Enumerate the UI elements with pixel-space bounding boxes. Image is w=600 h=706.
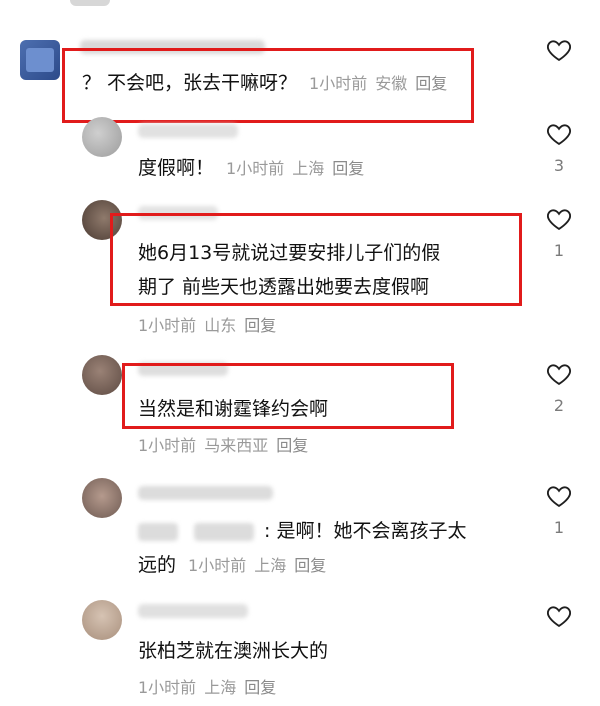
avatar[interactable] — [82, 355, 122, 395]
comment-time: 1小时前 — [188, 556, 247, 575]
reply-button[interactable]: 回复 — [276, 436, 308, 455]
heart-outline-icon — [547, 364, 571, 386]
heart-outline-icon — [547, 124, 571, 146]
like-button[interactable] — [541, 36, 577, 90]
like-count: 1 — [553, 518, 565, 537]
avatar[interactable] — [82, 117, 122, 157]
reply-button[interactable]: 回复 — [244, 316, 276, 335]
like-button[interactable]: 1 — [541, 205, 577, 260]
heart-outline-icon — [547, 606, 571, 628]
like-button[interactable]: 3 — [541, 120, 577, 175]
heart-outline-icon — [547, 40, 571, 62]
comment-text: 度假啊！ 1小时前 上海 回复 — [138, 157, 365, 179]
comment-location: 上海 — [292, 159, 325, 178]
comment-text-line-1: : 是啊！她不会离孩子太 — [138, 514, 466, 548]
comment-time: 1小时前 — [138, 316, 197, 335]
highlight-box — [62, 48, 474, 123]
like-button[interactable]: 2 — [541, 360, 577, 415]
comment-time: 1小时前 — [138, 436, 197, 455]
like-count: 2 — [553, 396, 565, 415]
comment-time: 1小时前 — [138, 678, 197, 697]
comment-meta: 1小时前 上海 回复 — [138, 670, 284, 705]
username-blurred[interactable] — [138, 124, 238, 138]
avatar[interactable] — [20, 40, 60, 80]
mention-blurred[interactable] — [194, 522, 254, 541]
comment-meta: 1小时前 山东 回复 — [138, 308, 284, 343]
like-button[interactable] — [541, 602, 577, 656]
heart-outline-icon — [547, 209, 571, 231]
reply-button[interactable]: 回复 — [244, 678, 276, 697]
avatar[interactable] — [82, 600, 122, 640]
comment-time: 1小时前 — [226, 159, 285, 178]
comment-location: 山东 — [204, 316, 237, 335]
comment-text-line-2: 远的 1小时前 上海 回复 — [138, 554, 327, 576]
like-count — [541, 72, 577, 90]
like-count — [541, 638, 577, 656]
like-count: 1 — [553, 241, 565, 260]
like-button[interactable]: 1 — [541, 482, 577, 537]
avatar[interactable] — [82, 478, 122, 518]
previous-comment-fragment — [70, 0, 110, 6]
mention-blurred[interactable] — [138, 522, 178, 541]
heart-outline-icon — [547, 486, 571, 508]
username-blurred[interactable] — [138, 486, 273, 500]
comment-location: 上海 — [254, 556, 287, 575]
comment-location: 马来西亚 — [204, 436, 269, 455]
reply-button[interactable]: 回复 — [294, 556, 326, 575]
username-blurred[interactable] — [138, 604, 248, 618]
comment-location: 上海 — [204, 678, 237, 697]
comment-meta: 1小时前 马来西亚 回复 — [138, 428, 316, 463]
comment-text: 张柏芝就在澳洲长大的 — [138, 640, 329, 662]
highlight-box — [110, 213, 522, 306]
like-count: 3 — [553, 156, 565, 175]
highlight-box — [122, 363, 454, 429]
reply-button[interactable]: 回复 — [332, 159, 364, 178]
